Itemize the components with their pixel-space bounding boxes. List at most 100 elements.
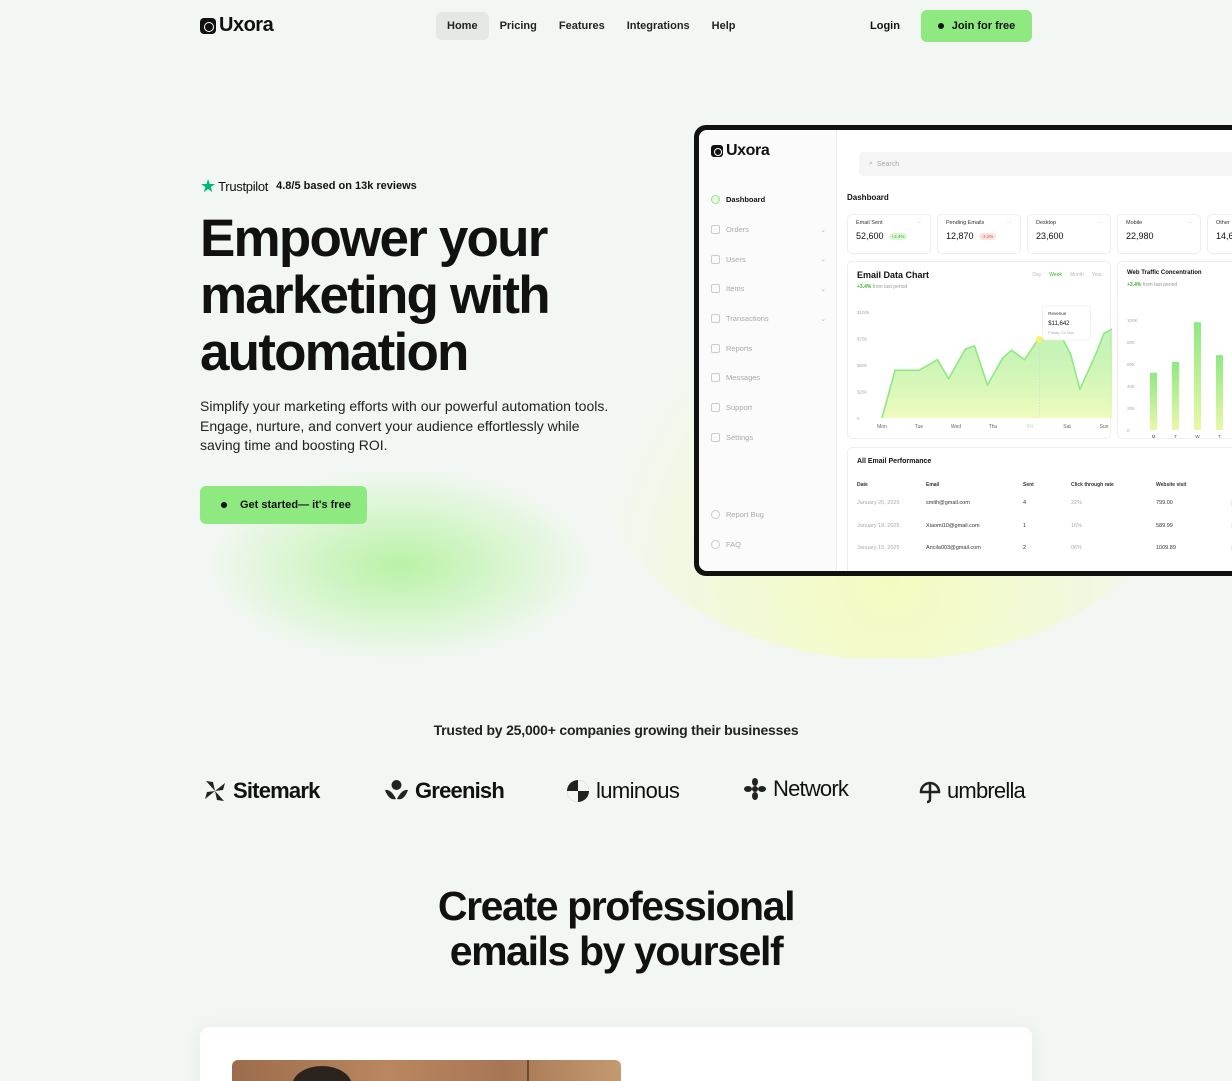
stat-value: 23,600: [1036, 231, 1064, 241]
dashboard-bottom-menu-item[interactable]: FAQ: [711, 530, 826, 560]
stat-value-row: 23,600: [1036, 231, 1102, 241]
column-header[interactable]: Date: [857, 482, 926, 488]
table-cell-sent: 4: [1023, 500, 1027, 507]
stat-card: Pending Emails ··· 12,870 -3.2%: [937, 214, 1021, 254]
hero-title: Empower your marketing with automation: [200, 209, 551, 382]
y-tick-label: 0: [1127, 428, 1130, 433]
menu-item-icon: [711, 314, 720, 324]
chevron-down-icon: ⌄: [820, 285, 826, 293]
menu-item-label: Messages: [726, 373, 761, 383]
stat-change-badge: +3.4%: [888, 232, 908, 240]
nav-link-help[interactable]: Help: [701, 12, 747, 40]
y-tick-label: 0: [857, 416, 860, 421]
rating-text: 4.8/5 based on 13k reviews: [276, 180, 417, 192]
dashboard-menu-item[interactable]: Users ⌄: [711, 244, 826, 274]
x-tick-label: T: [1174, 434, 1177, 439]
x-tick-label: Sun: [1100, 424, 1109, 430]
column-header[interactable]: Click through rate: [1071, 482, 1156, 488]
half-circle-icon: [567, 780, 589, 802]
dashboard-search-input[interactable]: ⌕ Search: [859, 152, 1232, 176]
stat-card: Desktop ··· 23,600: [1027, 214, 1111, 254]
table-cell-sent: 1: [1023, 522, 1027, 529]
stat-card: Mobile ··· 22,980: [1117, 214, 1201, 254]
dashboard-menu-item[interactable]: Support: [711, 393, 826, 423]
nav-link-integrations[interactable]: Integrations: [616, 12, 701, 40]
stat-label-row: Pending Emails ···: [946, 220, 1012, 226]
menu-item-icon: [711, 195, 720, 205]
dashboard-menu-item[interactable]: Dashboard: [711, 185, 826, 215]
join-for-free-button[interactable]: Join for free: [921, 10, 1032, 42]
nav-link-pricing[interactable]: Pricing: [489, 12, 548, 40]
brand-name: Network: [773, 776, 849, 801]
get-started-button[interactable]: Get started— it's free: [200, 486, 367, 524]
section-title-line-2: emails by yourself: [449, 928, 784, 974]
dashboard-logo: Uxora: [711, 142, 770, 160]
stat-label: Mobile: [1126, 220, 1143, 226]
dashboard-menu-item[interactable]: Settings: [711, 423, 826, 453]
data-point: [1070, 354, 1072, 355]
column-header[interactable]: Website visit: [1156, 482, 1231, 488]
menu-item-icon: [711, 284, 720, 294]
menu-item-icon: [711, 510, 720, 520]
brand-sitemark: Sitemark: [203, 778, 320, 804]
table-cell-ctr: 22%: [1071, 500, 1083, 507]
web-traffic-card: Web Traffic Concentration +3.4% from las…: [1117, 261, 1232, 439]
bar: [1150, 372, 1157, 430]
nav-link-home[interactable]: Home: [436, 12, 489, 40]
column-header[interactable]: Email: [926, 482, 1023, 488]
data-point: [987, 384, 988, 386]
traffic-bar-chart: 100K 80K 60K 40K 20K 0 M T W T: [1127, 318, 1223, 439]
more-icon[interactable]: ···: [1097, 220, 1103, 226]
more-icon[interactable]: ···: [1007, 220, 1013, 226]
brand-greenish: Greenish: [384, 778, 505, 804]
dashboard-menu: Dashboard Orders ⌄ Users ⌄ Items ⌄ Transactions…: [711, 185, 826, 452]
menu-item-icon: [711, 343, 720, 353]
dashboard-menu-item[interactable]: Orders ⌄: [711, 215, 826, 245]
dashboard-menu-item[interactable]: Transactions ⌄: [711, 304, 826, 334]
stat-card: Email Sent ··· 52,600 +3.4%: [847, 214, 931, 254]
feature-photo: [232, 1060, 621, 1081]
table-cell-ctr: 06%: [1071, 545, 1083, 552]
brand-logos: Sitemark Greenish luminous Network umbre…: [200, 774, 1032, 808]
table-cell-visit: 1009.89: [1156, 545, 1176, 552]
dashboard-menu-item[interactable]: Items ⌄: [711, 274, 826, 304]
table-row[interactable]: January 15, 2025 Ancila003@gmail.com 2 06% 1…: [857, 537, 1232, 560]
table-cell-visit: 799.00: [1156, 500, 1173, 507]
email-area-chart: $100k $75k $50k $25k 0 Mon Tue Wed Thu Fri Sat Sun R…: [857, 305, 1112, 430]
table-row[interactable]: January 18, 2025 Xiaomi10@gmail.com 1 16% 58…: [857, 515, 1232, 538]
dashboard-bottom-menu-item[interactable]: Report Bug: [711, 500, 826, 530]
x-tick-label: Sat: [1063, 424, 1071, 430]
logo-icon: [200, 17, 216, 34]
table-cell-ctr: 16%: [1071, 522, 1083, 529]
table-cell-sent: 2: [1023, 545, 1027, 552]
column-header[interactable]: Sent: [1023, 482, 1071, 488]
brand-logo[interactable]: Uxora: [200, 14, 274, 37]
stat-value: 12,870: [946, 231, 974, 241]
more-icon[interactable]: ···: [917, 220, 923, 226]
x-tick-label: Tue: [915, 424, 924, 430]
dashboard-menu-item[interactable]: Reports: [711, 333, 826, 363]
stat-change-badge: -3.2%: [978, 232, 997, 240]
email-performance-table: Date Email Sent Click through rate Website v…: [857, 478, 1232, 560]
y-tick-label: $50k: [857, 363, 868, 368]
menu-item-label: Items: [726, 284, 745, 294]
menu-item-label: Dashboard: [726, 195, 766, 205]
more-icon[interactable]: ···: [1187, 220, 1193, 226]
star-icon: ★: [200, 176, 217, 196]
menu-item-icon: [711, 373, 720, 383]
get-started-label: Get started— it's free: [240, 499, 351, 511]
data-point: [1024, 359, 1025, 361]
dashboard-menu-item[interactable]: Messages: [711, 363, 826, 393]
tooltip-value: $11,642: [1048, 321, 1070, 327]
y-tick-label: 100K: [1127, 318, 1138, 323]
highlight-point: [1035, 336, 1043, 344]
chart-tooltip: Revenue $11,642 Friday, 24 Nov: [1041, 305, 1091, 341]
x-tick-label: M: [1152, 434, 1156, 439]
hero-description: Simplify your marketing efforts with our…: [200, 398, 609, 453]
login-link[interactable]: Login: [870, 20, 900, 32]
stat-value-row: 52,600 +3.4%: [856, 231, 922, 241]
table-header-row: Date Email Sent Click through rate Website v…: [857, 478, 1232, 492]
search-placeholder: Search: [876, 160, 900, 168]
table-row[interactable]: January 20, 2025 smith@gmail.com 4 22% 799.0…: [857, 492, 1232, 515]
nav-link-features[interactable]: Features: [548, 12, 616, 40]
